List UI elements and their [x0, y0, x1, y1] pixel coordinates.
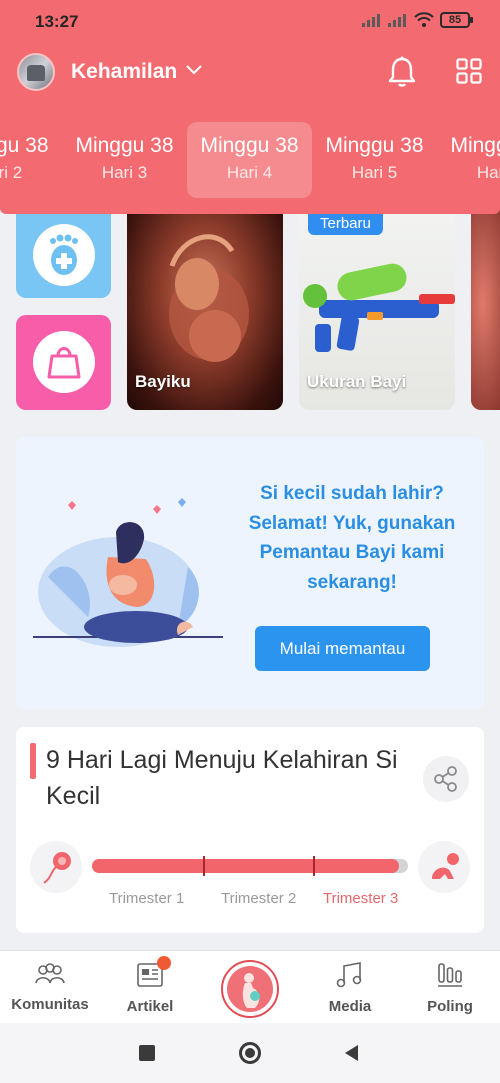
nav-label: Artikel	[126, 998, 174, 1015]
app-header: 13:27 85 Kehamilan gu 38 ri 2 Minggu 38 …	[0, 0, 500, 214]
wifi-icon	[414, 12, 434, 27]
status-bar: 13:27 85	[0, 0, 500, 44]
bottom-navigation: Komunitas Artikel Media Poling	[0, 950, 500, 1023]
back-button[interactable]	[342, 1043, 360, 1063]
nav-label: Komunitas	[11, 996, 89, 1013]
birth-countdown-card: 9 Hari Lagi Menuju Kelahiran Si Kecil Tr…	[16, 727, 484, 933]
music-note-icon	[336, 962, 362, 988]
week-tab[interactable]: Minggu 38 Hari 5	[312, 122, 437, 198]
nav-pregnancy-home[interactable]	[221, 960, 279, 1018]
new-badge: Terbaru	[308, 212, 383, 235]
week-label: Minggu 38	[200, 134, 299, 157]
community-icon	[35, 963, 65, 984]
grid-menu-icon[interactable]	[456, 58, 482, 84]
sperm-egg-icon	[30, 841, 82, 893]
day-label: Hari 4	[226, 163, 273, 182]
day-label: Hari 3	[101, 163, 148, 182]
nav-komunitas[interactable]: Komunitas	[0, 961, 100, 1013]
status-time: 13:27	[35, 12, 79, 31]
baby-foot-icon	[33, 224, 95, 286]
nav-media[interactable]: Media	[300, 961, 400, 1015]
accent-bar	[30, 743, 36, 779]
trimester-2-label: Trimester 2	[221, 890, 297, 907]
signal-icon	[362, 14, 380, 27]
week-label: Minggu 38	[450, 134, 500, 157]
trimester-progress	[92, 856, 408, 876]
progress-fill	[92, 859, 399, 873]
trimester-divider	[203, 856, 205, 876]
trimester-divider	[313, 856, 315, 876]
baby-tracker-promo: Si kecil sudah lahir? Selamat! Yuk, guna…	[16, 437, 484, 709]
week-label: Minggu 38	[75, 134, 174, 157]
recent-apps-button[interactable]	[139, 1045, 155, 1061]
trimester-1-label: Trimester 1	[109, 890, 185, 907]
system-nav-bar	[0, 1023, 500, 1083]
next-card-partial[interactable]	[471, 196, 500, 410]
ukuran-bayi-label: Ukuran Bayi	[307, 372, 407, 391]
countdown-title: 9 Hari Lagi Menuju Kelahiran Si Kecil	[46, 746, 398, 810]
nav-label: Media	[328, 998, 372, 1015]
pregnant-woman-icon	[242, 973, 260, 1008]
nav-poling[interactable]: Poling	[400, 961, 500, 1015]
shopping-bag-icon	[33, 331, 95, 393]
nav-label: Poling	[427, 998, 473, 1015]
week-tab-active[interactable]: Minggu 38 Hari 4	[187, 122, 312, 198]
shopping-tile[interactable]	[16, 315, 111, 410]
promo-message: Si kecil sudah lahir? Selamat! Yuk, guna…	[248, 483, 456, 593]
crawling-baby-icon	[418, 841, 470, 893]
week-selector: Minggu 38 Hari 2 Minggu 38 Hari 3 Minggu…	[0, 122, 500, 200]
page-title[interactable]: Kehamilan	[71, 60, 177, 84]
avatar[interactable]	[17, 53, 55, 91]
chevron-down-icon[interactable]	[186, 65, 202, 75]
share-button[interactable]	[423, 756, 469, 802]
battery-icon: 85	[440, 12, 473, 28]
day-label: Hari 6	[476, 163, 500, 182]
week-tab[interactable]: Minggu 38 Hari 2	[0, 122, 62, 198]
bayiku-card[interactable]: Bayiku	[127, 196, 283, 410]
bell-icon[interactable]	[388, 56, 416, 88]
day-label: Hari 5	[351, 163, 398, 182]
signal-icon-2	[388, 14, 406, 27]
nav-artikel[interactable]: Artikel	[100, 961, 200, 1015]
poll-icon	[438, 963, 462, 987]
mother-baby-illustration	[33, 498, 223, 647]
day-label: Hari 2	[0, 163, 23, 182]
home-button[interactable]	[239, 1042, 261, 1064]
week-tab[interactable]: Minggu 38 Hari 6	[437, 122, 500, 198]
share-icon	[434, 766, 457, 792]
week-label: Minggu 38	[0, 134, 49, 157]
notification-dot	[157, 956, 171, 970]
week-tab[interactable]: Minggu 38 Hari 3	[62, 122, 187, 198]
week-label: Minggu 38	[325, 134, 424, 157]
bayiku-label: Bayiku	[135, 372, 191, 391]
trimester-3-label: Trimester 3	[323, 890, 399, 907]
start-tracking-button[interactable]: Mulai memantau	[255, 626, 430, 671]
